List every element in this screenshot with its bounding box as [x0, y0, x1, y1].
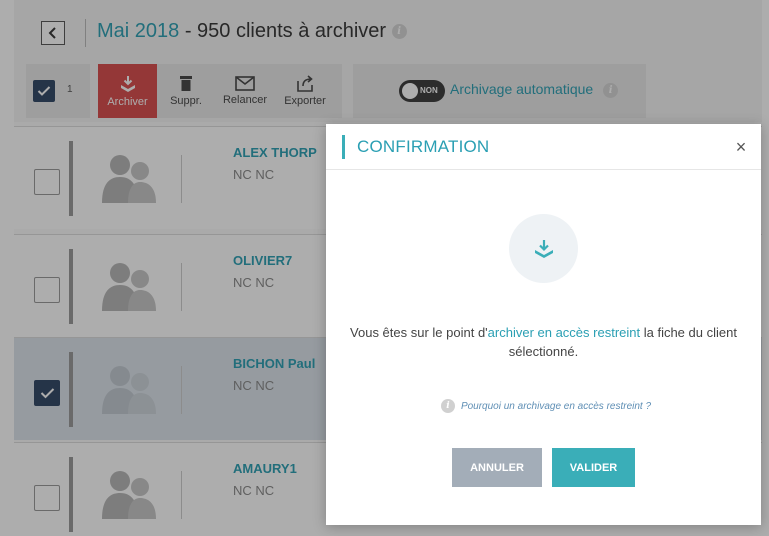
- close-icon: ×: [735, 137, 747, 157]
- cancel-button[interactable]: ANNULER: [452, 448, 542, 487]
- close-button[interactable]: ×: [731, 137, 751, 157]
- message-before: Vous êtes sur le point d': [350, 325, 488, 340]
- archive-download-icon: [534, 239, 553, 258]
- title-accent-bar: [342, 135, 345, 159]
- confirmation-dialog: CONFIRMATION × Vous êtes sur le point d'…: [326, 124, 761, 525]
- why-restricted-link[interactable]: i Pourquoi un archivage en accès restrei…: [411, 397, 681, 415]
- archive-illustration: [509, 214, 578, 283]
- dialog-title: CONFIRMATION: [357, 137, 490, 156]
- dialog-message: Vous êtes sur le point d'archiver en acc…: [346, 323, 741, 361]
- confirm-button[interactable]: VALIDER: [552, 448, 635, 487]
- why-restricted-text: Pourquoi un archivage en accès restreint…: [460, 400, 652, 412]
- dialog-header: CONFIRMATION ×: [326, 124, 761, 170]
- restricted-archive-link[interactable]: archiver en accès restreint: [488, 325, 640, 340]
- info-icon: i: [440, 399, 455, 413]
